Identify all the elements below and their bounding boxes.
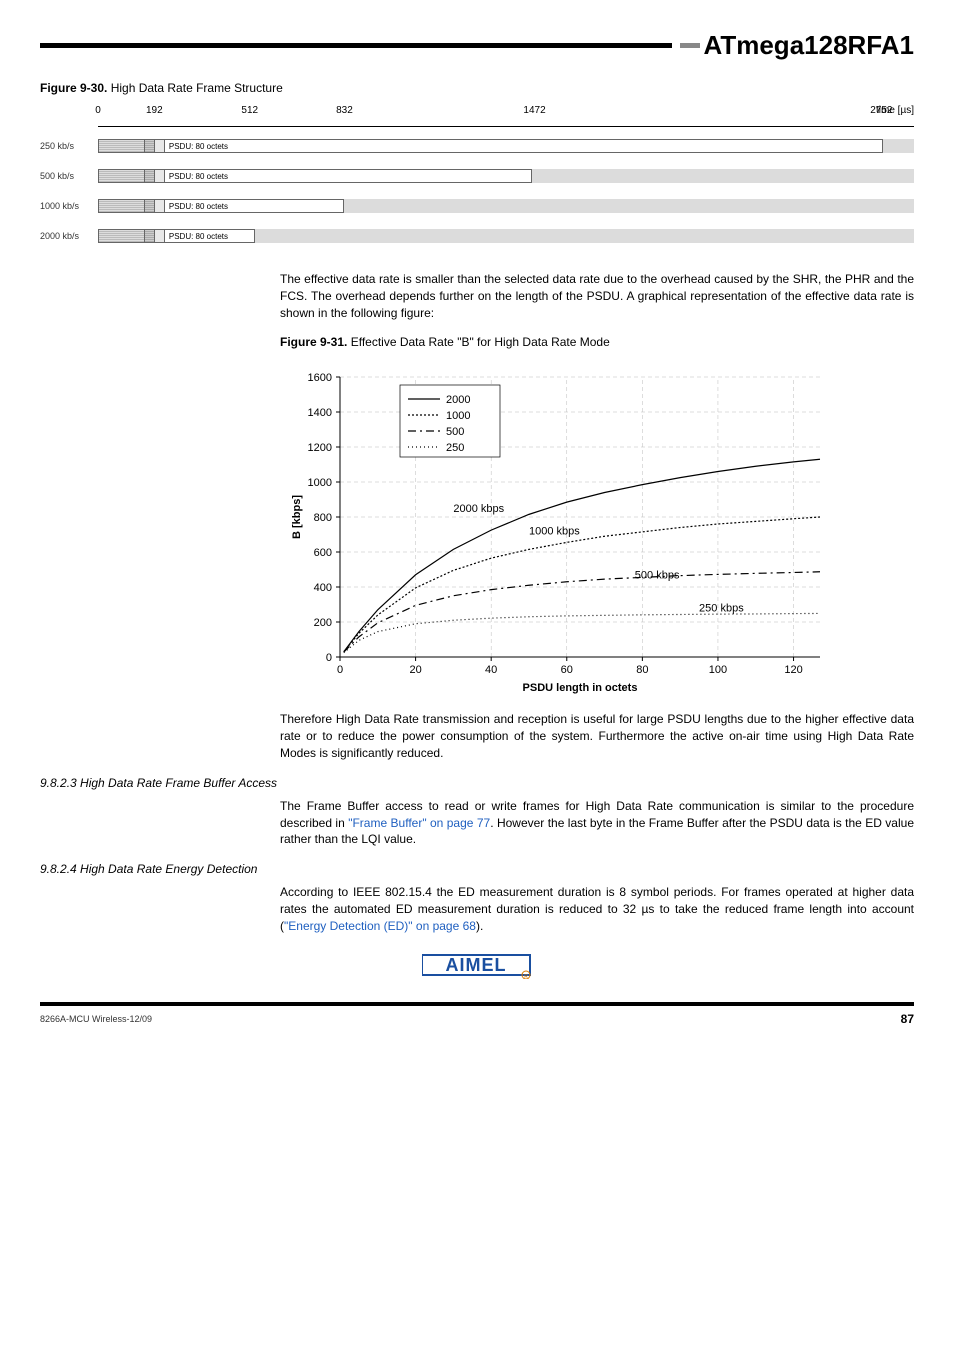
section-9-8-2-3-text: The Frame Buffer access to read or write… bbox=[280, 798, 914, 848]
svg-text:120: 120 bbox=[784, 664, 802, 676]
effective-rate-chart: 0 200 400 600 800 1000 1200 1400 1600 0 20 40 60 80 10… bbox=[280, 357, 914, 697]
svg-text:40: 40 bbox=[485, 664, 497, 676]
frame-row-250: 250 kb/s PSDU: 80 octets bbox=[40, 131, 914, 161]
axis-unit-label: time [µs] bbox=[876, 105, 914, 116]
figure-31-title: Effective Data Rate "B" for High Data Ra… bbox=[347, 335, 609, 349]
svg-text:1000: 1000 bbox=[308, 477, 332, 489]
svg-text:400: 400 bbox=[314, 582, 332, 594]
footer-doc-id: 8266A-MCU Wireless-12/09 bbox=[40, 1014, 152, 1024]
frame-buffer-link[interactable]: "Frame Buffer" on page 77 bbox=[348, 816, 490, 830]
paragraph-2: Therefore High Data Rate transmission an… bbox=[280, 711, 914, 761]
rate-label: 2000 kb/s bbox=[40, 231, 98, 241]
axis-tick: 1472 bbox=[523, 105, 545, 116]
frame-row-1000: 1000 kb/s PSDU: 80 octets bbox=[40, 191, 914, 221]
psdu-label: PSDU: 80 octets bbox=[165, 229, 255, 243]
figure-31-number: Figure 9-31. bbox=[280, 335, 347, 349]
svg-text:1600: 1600 bbox=[308, 372, 332, 384]
frame-axis: 0 192 512 832 1472 2752 time [µs] bbox=[98, 105, 914, 127]
figure-31-caption: Figure 9-31. Effective Data Rate "B" for… bbox=[280, 335, 914, 349]
svg-text:100: 100 bbox=[709, 664, 727, 676]
axis-tick: 0 bbox=[95, 105, 101, 116]
page-number: 87 bbox=[901, 1012, 914, 1026]
svg-text:500 kbps: 500 kbps bbox=[635, 570, 680, 582]
svg-text:80: 80 bbox=[636, 664, 648, 676]
svg-text:60: 60 bbox=[561, 664, 573, 676]
atmel-logo: AIMEL R bbox=[40, 951, 914, 982]
frame-row-2000: 2000 kb/s PSDU: 80 octets bbox=[40, 221, 914, 251]
figure-30-title: High Data Rate Frame Structure bbox=[107, 81, 282, 95]
header-rule bbox=[40, 43, 672, 48]
svg-text:2000 kbps: 2000 kbps bbox=[453, 503, 504, 515]
psdu-label: PSDU: 80 octets bbox=[165, 169, 532, 183]
svg-text:20: 20 bbox=[409, 664, 421, 676]
axis-tick: 192 bbox=[146, 105, 163, 116]
svg-text:1000 kbps: 1000 kbps bbox=[529, 526, 580, 538]
svg-text:500: 500 bbox=[446, 426, 464, 438]
svg-text:2000: 2000 bbox=[446, 394, 470, 406]
svg-text:PSDU length in octets: PSDU length in octets bbox=[523, 682, 638, 694]
section-9-8-2-3-heading: 9.8.2.3 High Data Rate Frame Buffer Acce… bbox=[40, 776, 914, 790]
paragraph-1: The effective data rate is smaller than … bbox=[280, 271, 914, 321]
axis-tick: 832 bbox=[336, 105, 353, 116]
svg-text:B [kbps]: B [kbps] bbox=[291, 495, 303, 539]
section-9-8-2-4-heading: 9.8.2.4 High Data Rate Energy Detection bbox=[40, 862, 914, 876]
svg-text:800: 800 bbox=[314, 512, 332, 524]
svg-text:R: R bbox=[524, 974, 528, 979]
header-dash bbox=[680, 43, 700, 48]
svg-text:200: 200 bbox=[314, 617, 332, 629]
rate-label: 250 kb/s bbox=[40, 141, 98, 151]
psdu-label: PSDU: 80 octets bbox=[165, 199, 345, 213]
rate-label: 1000 kb/s bbox=[40, 201, 98, 211]
svg-text:1000: 1000 bbox=[446, 410, 470, 422]
psdu-label: PSDU: 80 octets bbox=[165, 139, 883, 153]
figure-30-caption: Figure 9-30. High Data Rate Frame Struct… bbox=[40, 81, 914, 95]
svg-text:1200: 1200 bbox=[308, 442, 332, 454]
frame-structure-chart: 0 192 512 832 1472 2752 time [µs] 250 kb… bbox=[40, 105, 914, 251]
axis-tick: 512 bbox=[241, 105, 258, 116]
page-footer: 8266A-MCU Wireless-12/09 87 bbox=[40, 1002, 914, 1026]
svg-text:1400: 1400 bbox=[308, 407, 332, 419]
energy-detection-link[interactable]: "Energy Detection (ED)" on page 68 bbox=[284, 919, 476, 933]
svg-text:0: 0 bbox=[337, 664, 343, 676]
section-9-8-2-4-text: According to IEEE 802.15.4 the ED measur… bbox=[280, 884, 914, 934]
svg-text:600: 600 bbox=[314, 547, 332, 559]
rate-label: 500 kb/s bbox=[40, 171, 98, 181]
svg-text:0: 0 bbox=[326, 652, 332, 664]
product-title: ATmega128RFA1 bbox=[704, 30, 915, 61]
frame-row-500: 500 kb/s PSDU: 80 octets bbox=[40, 161, 914, 191]
figure-30-number: Figure 9-30. bbox=[40, 81, 107, 95]
text-span: ). bbox=[476, 919, 483, 933]
page-header: ATmega128RFA1 bbox=[40, 30, 914, 61]
svg-text:AIMEL: AIMEL bbox=[446, 955, 507, 975]
svg-text:250 kbps: 250 kbps bbox=[699, 603, 744, 615]
svg-text:250: 250 bbox=[446, 442, 464, 454]
